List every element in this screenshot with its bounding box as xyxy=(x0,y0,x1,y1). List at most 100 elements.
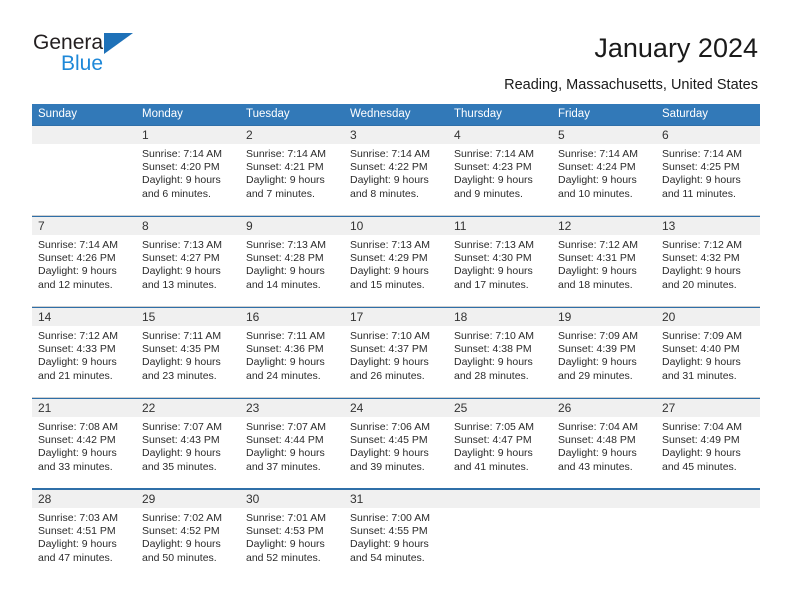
sunset-text: Sunset: 4:45 PM xyxy=(350,434,428,447)
day-details: Sunrise: 7:14 AM Sunset: 4:20 PM Dayligh… xyxy=(136,144,240,201)
daylight-text-line2: and 43 minutes. xyxy=(558,460,633,473)
day-number: 4 xyxy=(448,126,552,144)
day-number: 19 xyxy=(552,308,656,326)
calendar-week-row: 21 Sunrise: 7:08 AM Sunset: 4:42 PM Dayl… xyxy=(32,398,760,489)
calendar-day-cell[interactable]: 26 Sunrise: 7:04 AM Sunset: 4:48 PM Dayl… xyxy=(552,399,656,488)
calendar-day-cell[interactable]: 7 Sunrise: 7:14 AM Sunset: 4:26 PM Dayli… xyxy=(32,217,136,306)
calendar-day-cell[interactable]: 31 Sunrise: 7:00 AM Sunset: 4:55 PM Dayl… xyxy=(344,490,448,579)
day-details: Sunrise: 7:12 AM Sunset: 4:31 PM Dayligh… xyxy=(552,235,656,292)
calendar-day-cell[interactable] xyxy=(656,490,760,579)
sunrise-text: Sunrise: 7:12 AM xyxy=(38,330,118,342)
calendar-day-cell[interactable]: 28 Sunrise: 7:03 AM Sunset: 4:51 PM Dayl… xyxy=(32,490,136,579)
day-details: Sunrise: 7:06 AM Sunset: 4:45 PM Dayligh… xyxy=(344,417,448,474)
day-number: 10 xyxy=(344,217,448,235)
day-number: 17 xyxy=(344,308,448,326)
calendar-day-cell[interactable] xyxy=(552,490,656,579)
daylight-text-line1: Daylight: 9 hours xyxy=(558,265,637,278)
sunrise-text: Sunrise: 7:01 AM xyxy=(246,512,326,524)
daylight-text-line1: Daylight: 9 hours xyxy=(350,265,429,278)
day-number: 27 xyxy=(656,399,760,417)
weekday-header-monday: Monday xyxy=(142,108,183,120)
day-number: 20 xyxy=(656,308,760,326)
calendar-day-cell[interactable]: 29 Sunrise: 7:02 AM Sunset: 4:52 PM Dayl… xyxy=(136,490,240,579)
sunset-text: Sunset: 4:37 PM xyxy=(350,343,428,356)
day-number: 14 xyxy=(32,308,136,326)
calendar-day-cell[interactable]: 8 Sunrise: 7:13 AM Sunset: 4:27 PM Dayli… xyxy=(136,217,240,306)
calendar-day-cell[interactable]: 25 Sunrise: 7:05 AM Sunset: 4:47 PM Dayl… xyxy=(448,399,552,488)
daylight-text-line2: and 41 minutes. xyxy=(454,460,529,473)
daylight-text-line2: and 50 minutes. xyxy=(142,551,217,564)
calendar-day-cell[interactable]: 27 Sunrise: 7:04 AM Sunset: 4:49 PM Dayl… xyxy=(656,399,760,488)
daylight-text-line2: and 6 minutes. xyxy=(142,187,211,200)
calendar-day-cell[interactable]: 30 Sunrise: 7:01 AM Sunset: 4:53 PM Dayl… xyxy=(240,490,344,579)
daylight-text-line1: Daylight: 9 hours xyxy=(662,356,741,369)
calendar-week-row: 14 Sunrise: 7:12 AM Sunset: 4:33 PM Dayl… xyxy=(32,307,760,398)
calendar-day-cell[interactable]: 21 Sunrise: 7:08 AM Sunset: 4:42 PM Dayl… xyxy=(32,399,136,488)
daylight-text-line2: and 52 minutes. xyxy=(246,551,321,564)
sunrise-text: Sunrise: 7:04 AM xyxy=(558,421,638,433)
calendar-week-row: 7 Sunrise: 7:14 AM Sunset: 4:26 PM Dayli… xyxy=(32,216,760,307)
calendar-day-cell[interactable]: 16 Sunrise: 7:11 AM Sunset: 4:36 PM Dayl… xyxy=(240,308,344,397)
calendar-day-cell[interactable]: 23 Sunrise: 7:07 AM Sunset: 4:44 PM Dayl… xyxy=(240,399,344,488)
day-number: 26 xyxy=(552,399,656,417)
sunrise-text: Sunrise: 7:02 AM xyxy=(142,512,222,524)
sunrise-text: Sunrise: 7:12 AM xyxy=(558,239,638,251)
daylight-text-line2: and 21 minutes. xyxy=(38,369,113,382)
day-number xyxy=(32,126,136,144)
day-details xyxy=(552,508,656,512)
daylight-text-line2: and 15 minutes. xyxy=(350,278,425,291)
sunrise-text: Sunrise: 7:13 AM xyxy=(350,239,430,251)
calendar-day-cell[interactable]: 3 Sunrise: 7:14 AM Sunset: 4:22 PM Dayli… xyxy=(344,126,448,215)
sunset-text: Sunset: 4:23 PM xyxy=(454,161,532,174)
daylight-text-line2: and 54 minutes. xyxy=(350,551,425,564)
sunset-text: Sunset: 4:44 PM xyxy=(246,434,324,447)
calendar-day-cell[interactable]: 11 Sunrise: 7:13 AM Sunset: 4:30 PM Dayl… xyxy=(448,217,552,306)
sunrise-text: Sunrise: 7:13 AM xyxy=(454,239,534,251)
calendar-day-cell[interactable]: 4 Sunrise: 7:14 AM Sunset: 4:23 PM Dayli… xyxy=(448,126,552,215)
calendar-day-cell[interactable]: 12 Sunrise: 7:12 AM Sunset: 4:31 PM Dayl… xyxy=(552,217,656,306)
calendar-day-cell[interactable]: 14 Sunrise: 7:12 AM Sunset: 4:33 PM Dayl… xyxy=(32,308,136,397)
calendar-day-cell[interactable]: 24 Sunrise: 7:06 AM Sunset: 4:45 PM Dayl… xyxy=(344,399,448,488)
calendar-day-cell[interactable]: 9 Sunrise: 7:13 AM Sunset: 4:28 PM Dayli… xyxy=(240,217,344,306)
general-blue-logo: General Blue xyxy=(33,32,223,82)
day-details: Sunrise: 7:04 AM Sunset: 4:48 PM Dayligh… xyxy=(552,417,656,474)
weekday-header-thursday: Thursday xyxy=(454,108,502,120)
calendar-day-cell[interactable] xyxy=(32,126,136,215)
logo-triangle-icon xyxy=(104,33,133,54)
calendar-day-cell[interactable]: 15 Sunrise: 7:11 AM Sunset: 4:35 PM Dayl… xyxy=(136,308,240,397)
daylight-text-line1: Daylight: 9 hours xyxy=(142,174,221,187)
sunrise-text: Sunrise: 7:14 AM xyxy=(38,239,118,251)
calendar-day-cell[interactable]: 18 Sunrise: 7:10 AM Sunset: 4:38 PM Dayl… xyxy=(448,308,552,397)
calendar-day-cell[interactable]: 17 Sunrise: 7:10 AM Sunset: 4:37 PM Dayl… xyxy=(344,308,448,397)
daylight-text-line1: Daylight: 9 hours xyxy=(454,447,533,460)
calendar-day-cell[interactable]: 6 Sunrise: 7:14 AM Sunset: 4:25 PM Dayli… xyxy=(656,126,760,215)
calendar-week-row: 1 Sunrise: 7:14 AM Sunset: 4:20 PM Dayli… xyxy=(32,125,760,216)
day-number: 16 xyxy=(240,308,344,326)
day-number: 15 xyxy=(136,308,240,326)
calendar-day-cell[interactable]: 5 Sunrise: 7:14 AM Sunset: 4:24 PM Dayli… xyxy=(552,126,656,215)
calendar-day-cell[interactable] xyxy=(448,490,552,579)
calendar-day-cell[interactable]: 20 Sunrise: 7:09 AM Sunset: 4:40 PM Dayl… xyxy=(656,308,760,397)
page-subtitle-location: Reading, Massachusetts, United States xyxy=(504,77,758,93)
day-details: Sunrise: 7:01 AM Sunset: 4:53 PM Dayligh… xyxy=(240,508,344,565)
day-details: Sunrise: 7:00 AM Sunset: 4:55 PM Dayligh… xyxy=(344,508,448,565)
daylight-text-line2: and 29 minutes. xyxy=(558,369,633,382)
day-details: Sunrise: 7:05 AM Sunset: 4:47 PM Dayligh… xyxy=(448,417,552,474)
day-number: 31 xyxy=(344,490,448,508)
calendar-day-cell[interactable]: 1 Sunrise: 7:14 AM Sunset: 4:20 PM Dayli… xyxy=(136,126,240,215)
weekday-header-tuesday: Tuesday xyxy=(246,108,290,120)
day-details: Sunrise: 7:10 AM Sunset: 4:37 PM Dayligh… xyxy=(344,326,448,383)
sunrise-text: Sunrise: 7:12 AM xyxy=(662,239,742,251)
sunrise-text: Sunrise: 7:13 AM xyxy=(246,239,326,251)
calendar-day-cell[interactable]: 2 Sunrise: 7:14 AM Sunset: 4:21 PM Dayli… xyxy=(240,126,344,215)
sunset-text: Sunset: 4:52 PM xyxy=(142,525,220,538)
calendar-day-cell[interactable]: 13 Sunrise: 7:12 AM Sunset: 4:32 PM Dayl… xyxy=(656,217,760,306)
day-details: Sunrise: 7:14 AM Sunset: 4:23 PM Dayligh… xyxy=(448,144,552,201)
day-details: Sunrise: 7:11 AM Sunset: 4:36 PM Dayligh… xyxy=(240,326,344,383)
calendar-day-cell[interactable]: 22 Sunrise: 7:07 AM Sunset: 4:43 PM Dayl… xyxy=(136,399,240,488)
calendar-day-cell[interactable]: 10 Sunrise: 7:13 AM Sunset: 4:29 PM Dayl… xyxy=(344,217,448,306)
sunrise-text: Sunrise: 7:10 AM xyxy=(454,330,534,342)
calendar-day-cell[interactable]: 19 Sunrise: 7:09 AM Sunset: 4:39 PM Dayl… xyxy=(552,308,656,397)
sunrise-text: Sunrise: 7:14 AM xyxy=(350,148,430,160)
daylight-text-line2: and 11 minutes. xyxy=(662,187,736,200)
